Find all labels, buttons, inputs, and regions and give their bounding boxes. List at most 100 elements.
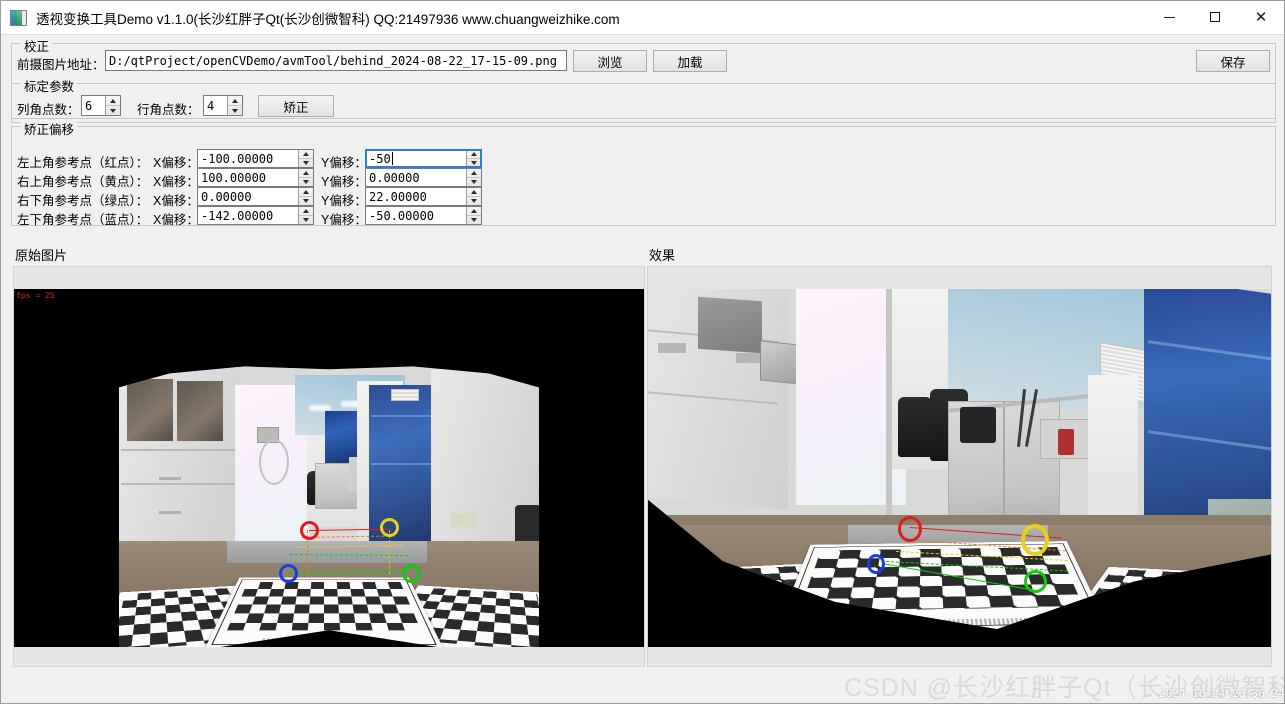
offset-y-input-yellow[interactable]: 0.00000 xyxy=(365,168,482,187)
offset-x-input-red[interactable]: -100.00000 xyxy=(197,149,314,168)
marker-bottom-right-green[interactable] xyxy=(1024,570,1047,593)
calib-params-groupbox: 标定参数 xyxy=(11,83,1276,119)
row-points-spinner[interactable]: 4 xyxy=(203,95,243,116)
marker-bottom-left-blue[interactable] xyxy=(279,564,298,583)
offset-row-label-yellow: 右上角参考点（黄点）： xyxy=(17,171,148,190)
marker-top-left-red[interactable] xyxy=(300,521,319,540)
offset-x-arrows-blue[interactable] xyxy=(298,207,313,224)
offset-y-label-blue: Y偏移： xyxy=(321,209,367,228)
offset-y-down-icon-yellow[interactable] xyxy=(467,178,481,186)
offset-y-value-green[interactable]: 22.00000 xyxy=(366,188,466,205)
offset-x-value-red[interactable]: -100.00000 xyxy=(198,150,298,167)
offset-y-up-icon-yellow[interactable] xyxy=(467,169,481,178)
offset-x-arrows-green[interactable] xyxy=(298,188,313,205)
maximize-button[interactable] xyxy=(1192,1,1238,34)
offset-x-label-yellow: X偏移： xyxy=(153,171,199,190)
marker-top-right-yellow[interactable] xyxy=(380,518,399,537)
close-button[interactable]: ✕ xyxy=(1238,1,1284,34)
col-points-spinner[interactable]: 6 xyxy=(81,95,121,116)
offset-x-label-green: X偏移： xyxy=(153,190,199,209)
timestamp-overlay: 2024-10-24 20:36:24 xyxy=(1159,687,1285,700)
offset-x-up-icon-blue[interactable] xyxy=(299,207,313,216)
row-points-up-icon[interactable] xyxy=(228,96,242,106)
original-photo xyxy=(119,365,539,647)
save-button[interactable]: 保存 xyxy=(1196,50,1270,72)
offset-x-label-blue: X偏移： xyxy=(153,209,199,228)
effect-scene xyxy=(648,289,1271,647)
offset-y-label-green: Y偏移： xyxy=(321,190,367,209)
offset-y-arrows-blue[interactable] xyxy=(466,207,481,224)
window-controls: ✕ xyxy=(1146,1,1284,35)
offset-x-down-icon-green[interactable] xyxy=(299,197,313,205)
offset-y-input-green[interactable]: 22.00000 xyxy=(365,187,482,206)
offset-y-arrows-yellow[interactable] xyxy=(466,169,481,186)
calib-params-group-title: 标定参数 xyxy=(21,76,77,95)
offset-y-up-icon-red[interactable] xyxy=(467,150,481,159)
marker-top-left-red[interactable] xyxy=(898,516,922,542)
offset-y-down-icon-blue[interactable] xyxy=(467,216,481,224)
row-points-value[interactable]: 4 xyxy=(204,96,227,115)
row-points-label: 行角点数： xyxy=(137,99,200,118)
offset-y-label-red: Y偏移： xyxy=(321,152,367,171)
offset-row-label-green: 右下角参考点（绿点）： xyxy=(17,190,148,209)
offset-y-arrows-red[interactable] xyxy=(466,150,481,167)
calibration-group-title: 校正 xyxy=(21,36,52,55)
original-overlay-text: fps = 25 xyxy=(16,291,55,300)
offset-row-label-blue: 左下角参考点（蓝点）： xyxy=(17,209,148,228)
offset-x-value-yellow[interactable]: 100.00000 xyxy=(198,169,298,186)
offset-x-up-icon-red[interactable] xyxy=(299,150,313,159)
offset-x-down-icon-red[interactable] xyxy=(299,159,313,167)
offset-x-arrows-yellow[interactable] xyxy=(298,169,313,186)
offset-y-value-yellow[interactable]: 0.00000 xyxy=(366,169,466,186)
effect-image-canvas xyxy=(648,289,1271,647)
close-icon: ✕ xyxy=(1255,10,1268,25)
correct-button[interactable]: 矫正 xyxy=(258,95,334,117)
maximize-icon xyxy=(1210,12,1220,22)
offset-x-value-blue[interactable]: -142.00000 xyxy=(198,207,298,224)
offset-y-value-blue[interactable]: -50.00000 xyxy=(366,207,466,224)
title-bar: 透视变换工具Demo v1.1.0(长沙红胖子Qt(长沙创微智科) QQ:214… xyxy=(1,1,1284,35)
offset-x-input-green[interactable]: 0.00000 xyxy=(197,187,314,206)
offset-y-input-blue[interactable]: -50.00000 xyxy=(365,206,482,225)
offset-x-up-icon-yellow[interactable] xyxy=(299,169,313,178)
marker-bottom-right-green[interactable] xyxy=(402,564,421,583)
col-points-up-icon[interactable] xyxy=(106,96,120,106)
original-image-panel[interactable]: fps = 25 xyxy=(13,266,645,667)
col-points-down-icon[interactable] xyxy=(106,106,120,115)
offset-x-arrows-red[interactable] xyxy=(298,150,313,167)
original-image-caption: 原始图片 xyxy=(15,245,67,264)
offset-x-down-icon-blue[interactable] xyxy=(299,216,313,224)
marker-top-right-yellow[interactable] xyxy=(1021,524,1049,556)
col-points-value[interactable]: 6 xyxy=(82,96,105,115)
offset-row-label-red: 左上角参考点（红点）： xyxy=(17,152,148,171)
col-points-label: 列角点数： xyxy=(17,99,80,118)
col-points-arrows[interactable] xyxy=(105,96,120,115)
offset-y-arrows-green[interactable] xyxy=(466,188,481,205)
application-window: 透视变换工具Demo v1.1.0(长沙红胖子Qt(长沙创微智科) QQ:214… xyxy=(0,0,1285,704)
effect-image-panel[interactable] xyxy=(647,266,1272,667)
offset-y-input-red[interactable]: -50 xyxy=(365,149,482,168)
marker-bottom-left-blue[interactable] xyxy=(867,554,885,574)
offset-y-up-icon-green[interactable] xyxy=(467,188,481,197)
row-points-down-icon[interactable] xyxy=(228,106,242,115)
load-button[interactable]: 加载 xyxy=(653,50,727,72)
offset-y-label-yellow: Y偏移： xyxy=(321,171,367,190)
row-points-arrows[interactable] xyxy=(227,96,242,115)
image-path-input[interactable]: D:/qtProject/openCVDemo/avmTool/behind_2… xyxy=(105,50,567,71)
original-scene: fps = 25 xyxy=(14,289,644,647)
browse-button[interactable]: 浏览 xyxy=(573,50,647,72)
offset-y-up-icon-blue[interactable] xyxy=(467,207,481,216)
offset-x-value-green[interactable]: 0.00000 xyxy=(198,188,298,205)
offset-y-down-icon-green[interactable] xyxy=(467,197,481,205)
offset-group-title: 矫正偏移 xyxy=(21,119,77,138)
minimize-button[interactable] xyxy=(1146,1,1192,34)
original-image-canvas: fps = 25 xyxy=(14,289,644,647)
offset-x-input-yellow[interactable]: 100.00000 xyxy=(197,168,314,187)
offset-x-input-blue[interactable]: -142.00000 xyxy=(197,206,314,225)
offset-x-up-icon-green[interactable] xyxy=(299,188,313,197)
window-title: 透视变换工具Demo v1.1.0(长沙红胖子Qt(长沙创微智科) QQ:214… xyxy=(36,8,620,28)
effect-image-caption: 效果 xyxy=(649,245,675,264)
offset-x-down-icon-yellow[interactable] xyxy=(299,178,313,186)
offset-y-down-icon-red[interactable] xyxy=(467,159,481,167)
image-tool-icon xyxy=(10,10,27,26)
